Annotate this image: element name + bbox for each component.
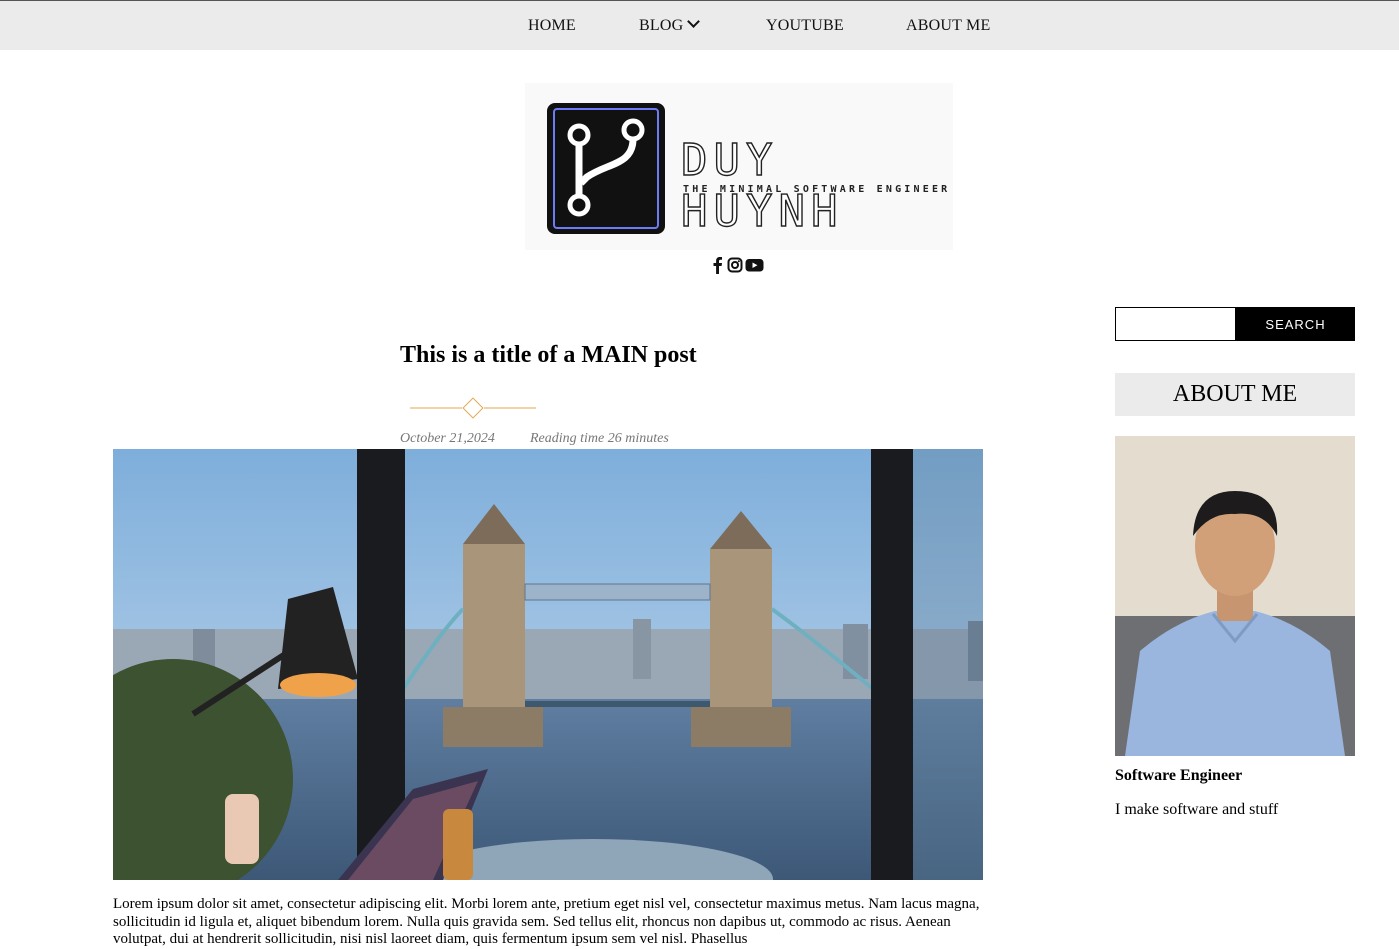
diamond-divider-icon [410, 397, 536, 419]
search-button[interactable]: SEARCH [1236, 307, 1355, 341]
about-role: Software Engineer [1115, 767, 1243, 784]
about-description: I make software and stuff [1115, 801, 1279, 818]
nav-blog-label: BLOG [639, 17, 684, 34]
nav-youtube-link[interactable]: YOUTUBE [766, 17, 844, 35]
logo-tagline: THE MINIMAL SOFTWARE ENGINEER [683, 184, 951, 195]
nav-home-link[interactable]: HOME [528, 17, 576, 35]
youtube-icon[interactable] [745, 256, 764, 279]
site-logo[interactable]: DUY HUYNH THE MINIMAL SOFTWARE ENGINEER [525, 83, 953, 250]
instagram-icon[interactable] [727, 256, 743, 279]
top-navigation: HOME BLOG YOUTUBE ABOUT ME [0, 0, 1399, 50]
post-hero-image[interactable] [113, 449, 983, 880]
about-me-heading: ABOUT ME [1115, 373, 1355, 416]
search-input[interactable] [1115, 307, 1236, 341]
facebook-icon[interactable] [712, 256, 723, 279]
post-reading-time: Reading time 26 minutes [530, 431, 669, 446]
chevron-down-icon [687, 15, 701, 28]
nav-blog-link[interactable]: BLOG [639, 15, 701, 35]
nav-about-link[interactable]: ABOUT ME [906, 17, 990, 35]
post-excerpt: Lorem ipsum dolor sit amet, consectetur … [113, 896, 980, 947]
post-date: October 21,2024 [400, 431, 495, 446]
profile-photo [1115, 436, 1355, 756]
post-title[interactable]: This is a title of a MAIN post [400, 342, 697, 369]
branch-logo-icon [547, 103, 665, 234]
